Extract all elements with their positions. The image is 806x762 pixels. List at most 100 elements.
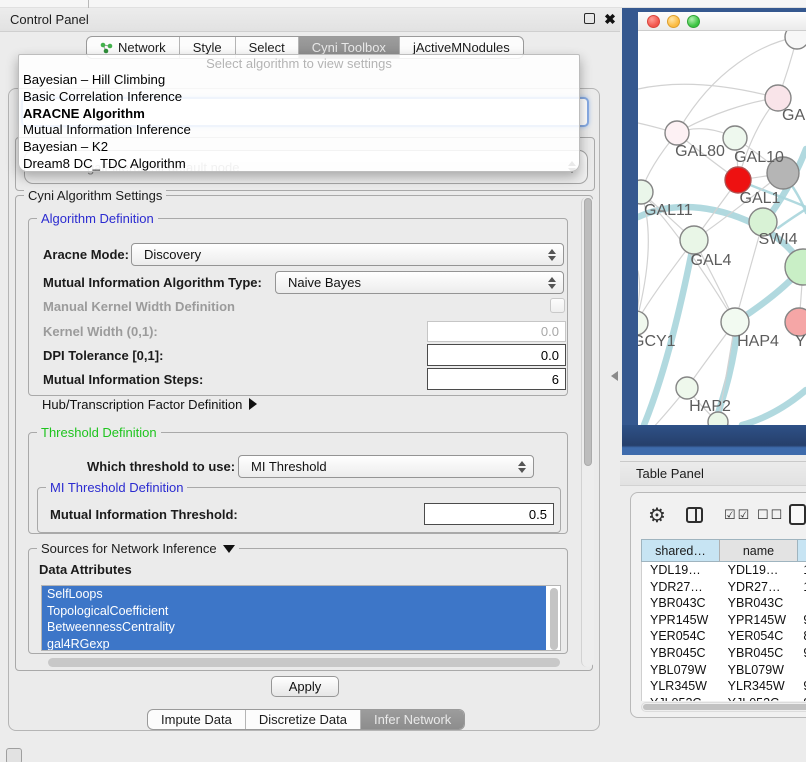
mi-threshold-input[interactable]: 0.5 — [424, 503, 554, 525]
bottom-tab-discretize-data[interactable]: Discretize Data — [246, 710, 361, 729]
column-header[interactable]: A — [797, 539, 806, 562]
kernel-width-input[interactable]: 0.0 — [427, 321, 566, 342]
network-node-hap2[interactable] — [676, 377, 698, 399]
which-threshold-combo[interactable]: MI Threshold — [238, 455, 534, 478]
table-row[interactable]: YDR27…YDR27…12 — [642, 579, 806, 596]
tab-label: Infer Network — [374, 712, 451, 727]
table-cell — [797, 662, 806, 679]
close-icon[interactable]: ✖ — [602, 9, 618, 27]
table-row[interactable]: YPR145WYPR145W9. — [642, 612, 806, 629]
mi-steps-input[interactable]: 6 — [427, 368, 566, 390]
network-node-gal4[interactable] — [680, 226, 708, 254]
table-cell: 9. — [797, 678, 806, 695]
network-view-window: GALGAL80GAL10GAL1GAL11SWI4GAL4GCY1HAP4YH… — [622, 8, 806, 455]
panel-divider-collapse-icon[interactable] — [611, 371, 618, 381]
table-row[interactable]: YJL052CYJL052C9 — [642, 695, 806, 701]
network-window-titlebar[interactable] — [638, 12, 806, 31]
mac-minimize-icon[interactable] — [667, 15, 680, 28]
table-row[interactable]: YER054CYER054C8. — [642, 628, 806, 645]
settings-group-title: Cyni Algorithm Settings — [24, 188, 166, 203]
network-node-gal80[interactable] — [665, 121, 689, 145]
top-divider-tick — [88, 0, 89, 8]
list-scrollbar-thumb[interactable] — [550, 588, 558, 650]
table-row[interactable]: YBL079WYBL079W — [642, 662, 806, 679]
table-cell: YBR045C — [720, 645, 798, 662]
table-cell: YPR145W — [642, 612, 720, 629]
algorithm-option[interactable]: ARACNE Algorithm — [19, 106, 579, 123]
mi-steps-label: Mutual Information Steps: — [43, 368, 203, 390]
split-columns-icon[interactable] — [686, 507, 703, 523]
table-cell: 9. — [797, 645, 806, 662]
column-header[interactable]: name — [719, 539, 797, 562]
table-header-row: shared…nameA — [641, 539, 806, 562]
network-node-y[interactable] — [785, 308, 806, 336]
attribute-item[interactable]: TopologicalCoefficient — [42, 603, 546, 620]
table-row[interactable]: YBR043CYBR043C — [642, 595, 806, 612]
network-edge — [742, 390, 806, 425]
float-window-icon[interactable] — [584, 13, 595, 24]
network-node[interactable] — [785, 31, 806, 49]
network-node-hap4[interactable] — [721, 308, 749, 336]
attribute-item[interactable]: SelfLoops — [42, 586, 546, 603]
bottom-tab-impute-data[interactable]: Impute Data — [148, 710, 246, 729]
gear-icon[interactable]: ⚙ — [648, 503, 666, 528]
aracne-mode-label: Aracne Mode: — [43, 243, 129, 266]
expand-down-icon — [223, 545, 235, 553]
algorithm-definition-group: Algorithm Definition Aracne Mode: Discov… — [28, 218, 568, 396]
table-row[interactable]: YBR045CYBR045C9. — [642, 645, 806, 662]
mi-threshold-group-title: MI Threshold Definition — [46, 480, 187, 495]
top-strip — [0, 0, 806, 8]
table-horizontal-scrollbar-thumb[interactable] — [643, 704, 806, 710]
algorithm-option[interactable]: Basic Correlation Inference — [19, 89, 579, 106]
table-cell: YDR27… — [642, 579, 720, 596]
window-frame-left — [622, 8, 638, 455]
table-body: YDL19…YDL19…13YDR27…YDR27…12YBR043CYBR04… — [641, 562, 806, 701]
tab-label: Network — [118, 40, 166, 55]
manual-kernel-checkbox[interactable] — [550, 298, 565, 313]
hub-tf-definition-toggle[interactable]: Hub/Transcription Factor Definition — [42, 395, 257, 413]
table-cell: YJL052C — [642, 695, 720, 701]
apply-button[interactable]: Apply — [271, 676, 339, 697]
algorithm-option[interactable]: Bayesian – K2 — [19, 139, 579, 156]
aracne-mode-combo[interactable]: Discovery — [131, 243, 564, 266]
table-row[interactable]: YDL19…YDL19…13 — [642, 562, 806, 579]
network-node-label: HAP4 — [737, 333, 779, 350]
mac-zoom-icon[interactable] — [687, 15, 700, 28]
form-icon[interactable] — [789, 504, 806, 525]
attribute-item[interactable]: BetweennessCentrality — [42, 619, 546, 636]
mi-type-combo[interactable]: Naive Bayes — [275, 271, 564, 294]
bottom-tab-infer-network[interactable]: Infer Network — [361, 710, 464, 729]
control-panel-title: Control Panel — [10, 12, 89, 27]
network-edge — [638, 84, 778, 98]
network-node-gcy1[interactable] — [638, 311, 648, 335]
table-cell: YDR27… — [720, 579, 798, 596]
attribute-item[interactable]: gal4RGexp — [42, 636, 546, 652]
tab-label: Impute Data — [161, 712, 232, 727]
select-all-icon[interactable]: ☑☑ — [724, 507, 751, 523]
table-row[interactable]: YLR345WYLR345W9. — [642, 678, 806, 695]
deselect-all-icon[interactable]: ☐☐ — [757, 507, 784, 523]
settings-horizontal-scrollbar[interactable] — [48, 658, 560, 667]
threshold-definition-title: Threshold Definition — [37, 425, 161, 440]
tab-label: jActiveMNodules — [413, 40, 510, 55]
table-panel-title: Table Panel — [636, 466, 704, 481]
sources-group: Sources for Network Inference Data Attri… — [28, 548, 568, 654]
network-node-gal10[interactable] — [723, 126, 747, 150]
collapsed-panel-button[interactable] — [6, 748, 22, 762]
settings-vertical-scrollbar-thumb[interactable] — [584, 198, 592, 466]
mac-close-icon[interactable] — [647, 15, 660, 28]
algorithm-option[interactable]: Bayesian – Hill Climbing — [19, 72, 579, 89]
table-cell: YBR043C — [642, 595, 720, 612]
table-cell: YBR043C — [720, 595, 798, 612]
manual-kernel-label: Manual Kernel Width Definition — [43, 299, 235, 314]
network-canvas[interactable]: GALGAL80GAL10GAL1GAL11SWI4GAL4GCY1HAP4YH… — [638, 31, 806, 425]
table-cell: YDL19… — [720, 562, 798, 579]
dpi-tolerance-label: DPI Tolerance [0,1]: — [43, 344, 163, 366]
column-header[interactable]: shared… — [641, 539, 719, 562]
network-node-label: GAL1 — [740, 190, 781, 207]
dpi-tolerance-input[interactable]: 0.0 — [427, 344, 566, 366]
combo-arrows-icon — [548, 249, 556, 261]
algorithm-option[interactable]: Mutual Information Inference — [19, 122, 579, 139]
algorithm-option[interactable]: Dream8 DC_TDC Algorithm — [19, 156, 579, 173]
popup-hint: Select algorithm to view settings — [19, 55, 579, 72]
